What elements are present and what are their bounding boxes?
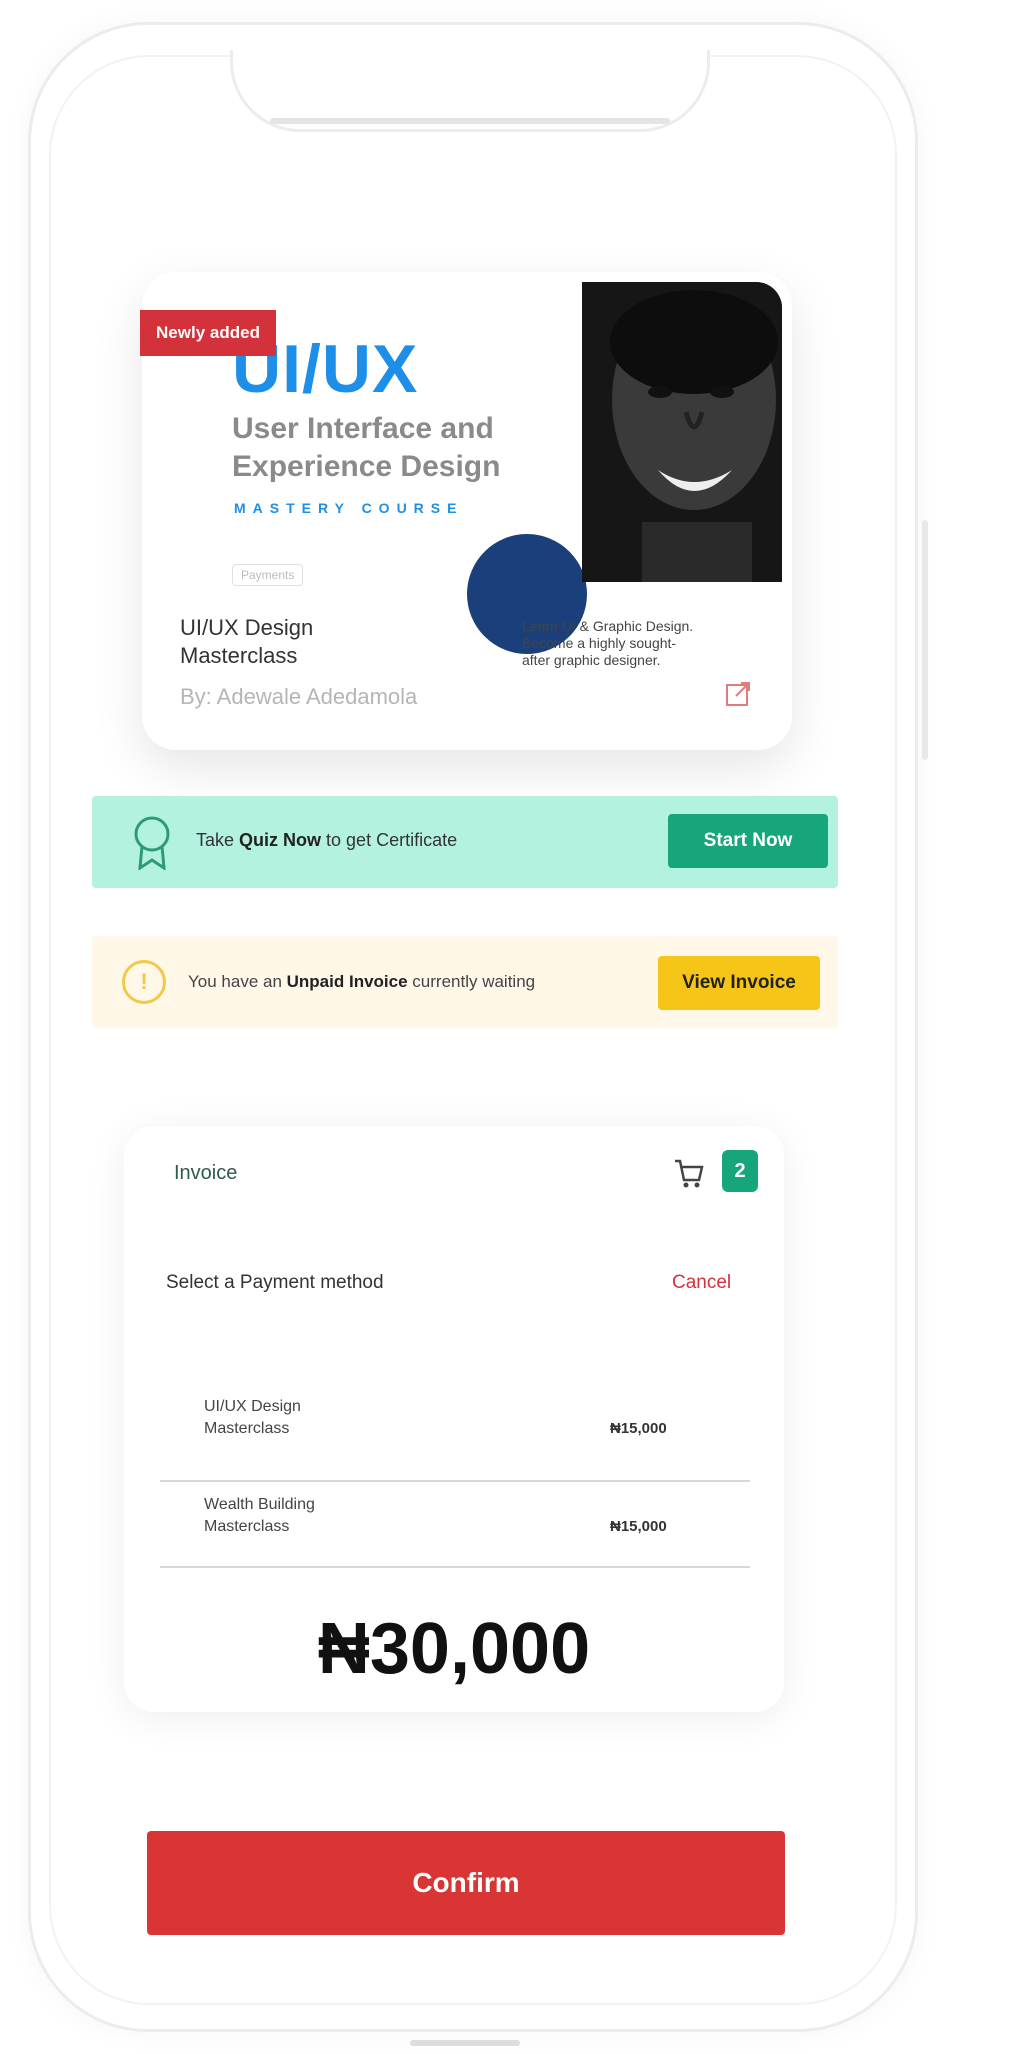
- view-invoice-button[interactable]: View Invoice: [658, 956, 820, 1010]
- invoice-item-row: UI/UX Design Masterclass ₦15,000: [160, 1396, 750, 1482]
- course-name: UI/UX Design Masterclass: [180, 615, 314, 668]
- invoice-item-price: ₦15,000: [610, 1420, 667, 1437]
- quiz-prompt: Take Quiz Now to get Certificate: [196, 830, 458, 850]
- invoice-item-name: UI/UX Design Masterclass: [204, 1398, 301, 1437]
- invoice-card: Invoice 2 Select a Payment method Cancel…: [124, 1126, 784, 1712]
- home-indicator: [410, 2040, 520, 2046]
- cart-count-badge: 2: [722, 1150, 758, 1192]
- phone-speaker: [270, 118, 670, 124]
- invoice-item-price: ₦15,000: [610, 1518, 667, 1535]
- confirm-button[interactable]: Confirm: [147, 1831, 785, 1935]
- course-author: By: Adewale Adedamola: [180, 684, 418, 709]
- banner-tag: Payments: [232, 564, 304, 586]
- invoice-alert-text: You have an Unpaid Invoice currently wai…: [188, 972, 536, 991]
- cancel-link[interactable]: Cancel: [672, 1272, 731, 1294]
- certificate-icon: [134, 816, 170, 870]
- course-description: Learn UI & Graphic Design. Become a high…: [522, 618, 694, 668]
- invoice-total: ₦30,000: [317, 1609, 591, 1689]
- invoice-item-row: Wealth Building Masterclass ₦15,000: [160, 1482, 750, 1568]
- banner-mastery: MASTERY COURSE: [234, 500, 464, 516]
- start-quiz-button[interactable]: Start Now: [668, 814, 828, 868]
- external-link-icon[interactable]: [724, 680, 752, 708]
- banner-subtitle: User Interface and Experience Design: [232, 412, 501, 483]
- payment-method-label[interactable]: Select a Payment method: [166, 1272, 384, 1294]
- quiz-banner: Take Quiz Now to get Certificate Start N…: [92, 796, 838, 888]
- unpaid-invoice-banner: ! You have an Unpaid Invoice currently w…: [92, 936, 838, 1028]
- info-icon: !: [122, 960, 166, 1004]
- scrollbar[interactable]: [922, 520, 928, 760]
- invoice-title: Invoice: [174, 1162, 238, 1184]
- invoice-item-name: Wealth Building Masterclass: [204, 1496, 315, 1535]
- cart-icon[interactable]: [672, 1156, 706, 1190]
- instructor-photo: [582, 282, 782, 582]
- new-badge: Newly added: [140, 310, 276, 356]
